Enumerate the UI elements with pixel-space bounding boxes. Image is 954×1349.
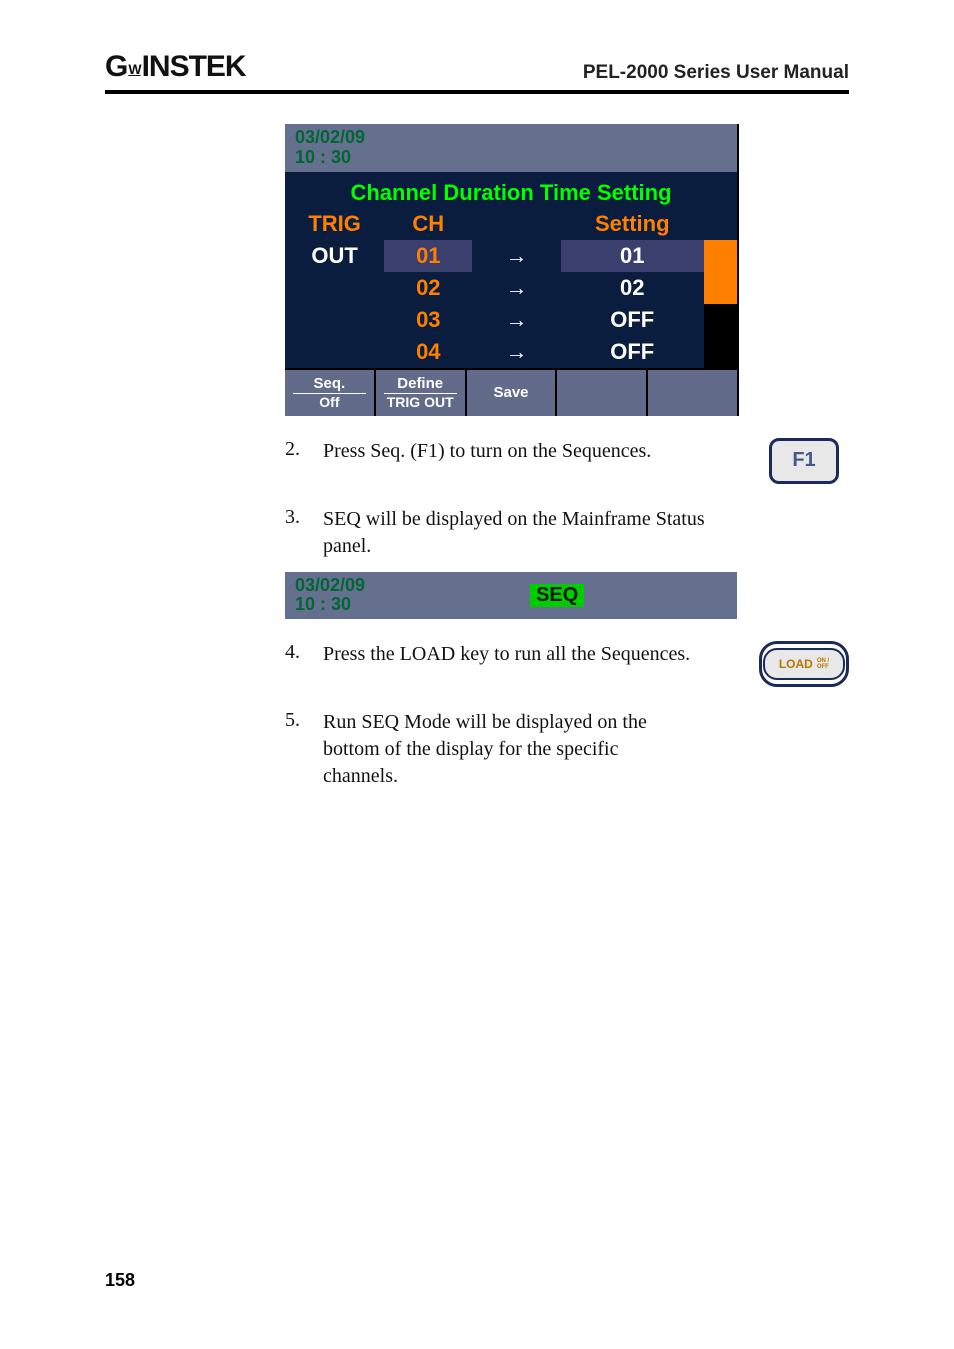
softkey-row: Seq. Off Define TRIG OUT Save bbox=[285, 368, 737, 416]
setting-cell: OFF bbox=[561, 336, 704, 368]
col-ch: CH bbox=[384, 208, 472, 240]
softkey-blank[interactable] bbox=[648, 370, 737, 416]
step-number: 2. bbox=[285, 438, 323, 461]
setting-cell: 02 bbox=[561, 272, 704, 304]
softkey-label-top: Seq. bbox=[293, 376, 366, 394]
col-setting: Setting bbox=[561, 208, 704, 240]
step-text: Run SEQ Mode will be displayed on the bo… bbox=[323, 709, 663, 790]
setting-cell: OFF bbox=[561, 304, 704, 336]
softkey-seq[interactable]: Seq. Off bbox=[285, 370, 376, 416]
lcd-time: 10 : 30 bbox=[295, 148, 727, 168]
step-number: 4. bbox=[285, 641, 323, 664]
arrow-icon: → bbox=[472, 272, 560, 304]
softkey-label-bot: Off bbox=[285, 395, 374, 410]
softkey-define[interactable]: Define TRIG OUT bbox=[376, 370, 467, 416]
table-row: 02 → 02 bbox=[285, 272, 737, 304]
lcd-title: Channel Duration Time Setting bbox=[285, 176, 737, 208]
softkey-label-top: Define bbox=[384, 376, 457, 394]
channel-table: TRIG CH Setting OUT 01 → 01 bbox=[285, 208, 737, 368]
status-date-line: 03/02/09 bbox=[295, 576, 365, 596]
table-row: OUT 01 → 01 bbox=[285, 240, 737, 272]
load-key-icon: LOAD ON / OFF bbox=[759, 641, 849, 687]
side-marker bbox=[704, 272, 737, 304]
setting-cell: 01 bbox=[561, 240, 704, 272]
step-number: 5. bbox=[285, 709, 323, 732]
softkey-save[interactable]: Save bbox=[467, 370, 558, 416]
arrow-icon: → bbox=[472, 304, 560, 336]
softkey-label-bot: TRIG OUT bbox=[376, 395, 465, 410]
ch-cell: 01 bbox=[384, 240, 472, 272]
side-marker bbox=[704, 304, 737, 336]
table-row: 04 → OFF bbox=[285, 336, 737, 368]
step-text: Press the LOAD key to run all the Sequen… bbox=[323, 641, 759, 668]
seq-badge: SEQ bbox=[530, 584, 584, 607]
status-panel: 03/02/09 10 : 30 SEQ bbox=[285, 572, 737, 620]
trig-out-label: OUT bbox=[285, 240, 384, 272]
status-time-line: 10 : 30 bbox=[295, 595, 365, 615]
page-number: 158 bbox=[105, 1270, 135, 1291]
arrow-icon: → bbox=[472, 336, 560, 368]
header-rule bbox=[105, 90, 849, 94]
lcd-date: 03/02/09 bbox=[295, 128, 727, 148]
device-screen: 03/02/09 10 : 30 Channel Duration Time S… bbox=[285, 124, 739, 416]
brand-logo: GWINSTEK bbox=[105, 50, 246, 84]
side-marker bbox=[704, 336, 737, 368]
ch-cell: 04 bbox=[384, 336, 472, 368]
f1-key-icon: F1 bbox=[769, 438, 839, 484]
step-text: Press Seq. (F1) to turn on the Sequences… bbox=[323, 438, 759, 465]
side-marker bbox=[704, 240, 737, 272]
load-key-onoff: ON / OFF bbox=[817, 658, 829, 670]
manual-title: PEL-2000 Series User Manual bbox=[583, 62, 849, 84]
step-text: SEQ will be displayed on the Mainframe S… bbox=[323, 506, 759, 560]
status-date: 03/02/09 10 : 30 bbox=[295, 576, 365, 616]
step-number: 3. bbox=[285, 506, 323, 529]
table-row: 03 → OFF bbox=[285, 304, 737, 336]
arrow-icon: → bbox=[472, 240, 560, 272]
softkey-label: Save bbox=[467, 385, 556, 401]
softkey-blank[interactable] bbox=[557, 370, 648, 416]
load-key-label: LOAD bbox=[779, 657, 813, 671]
col-trig: TRIG bbox=[285, 208, 384, 240]
lcd-status-bar: 03/02/09 10 : 30 bbox=[285, 124, 737, 172]
ch-cell: 02 bbox=[384, 272, 472, 304]
ch-cell: 03 bbox=[384, 304, 472, 336]
